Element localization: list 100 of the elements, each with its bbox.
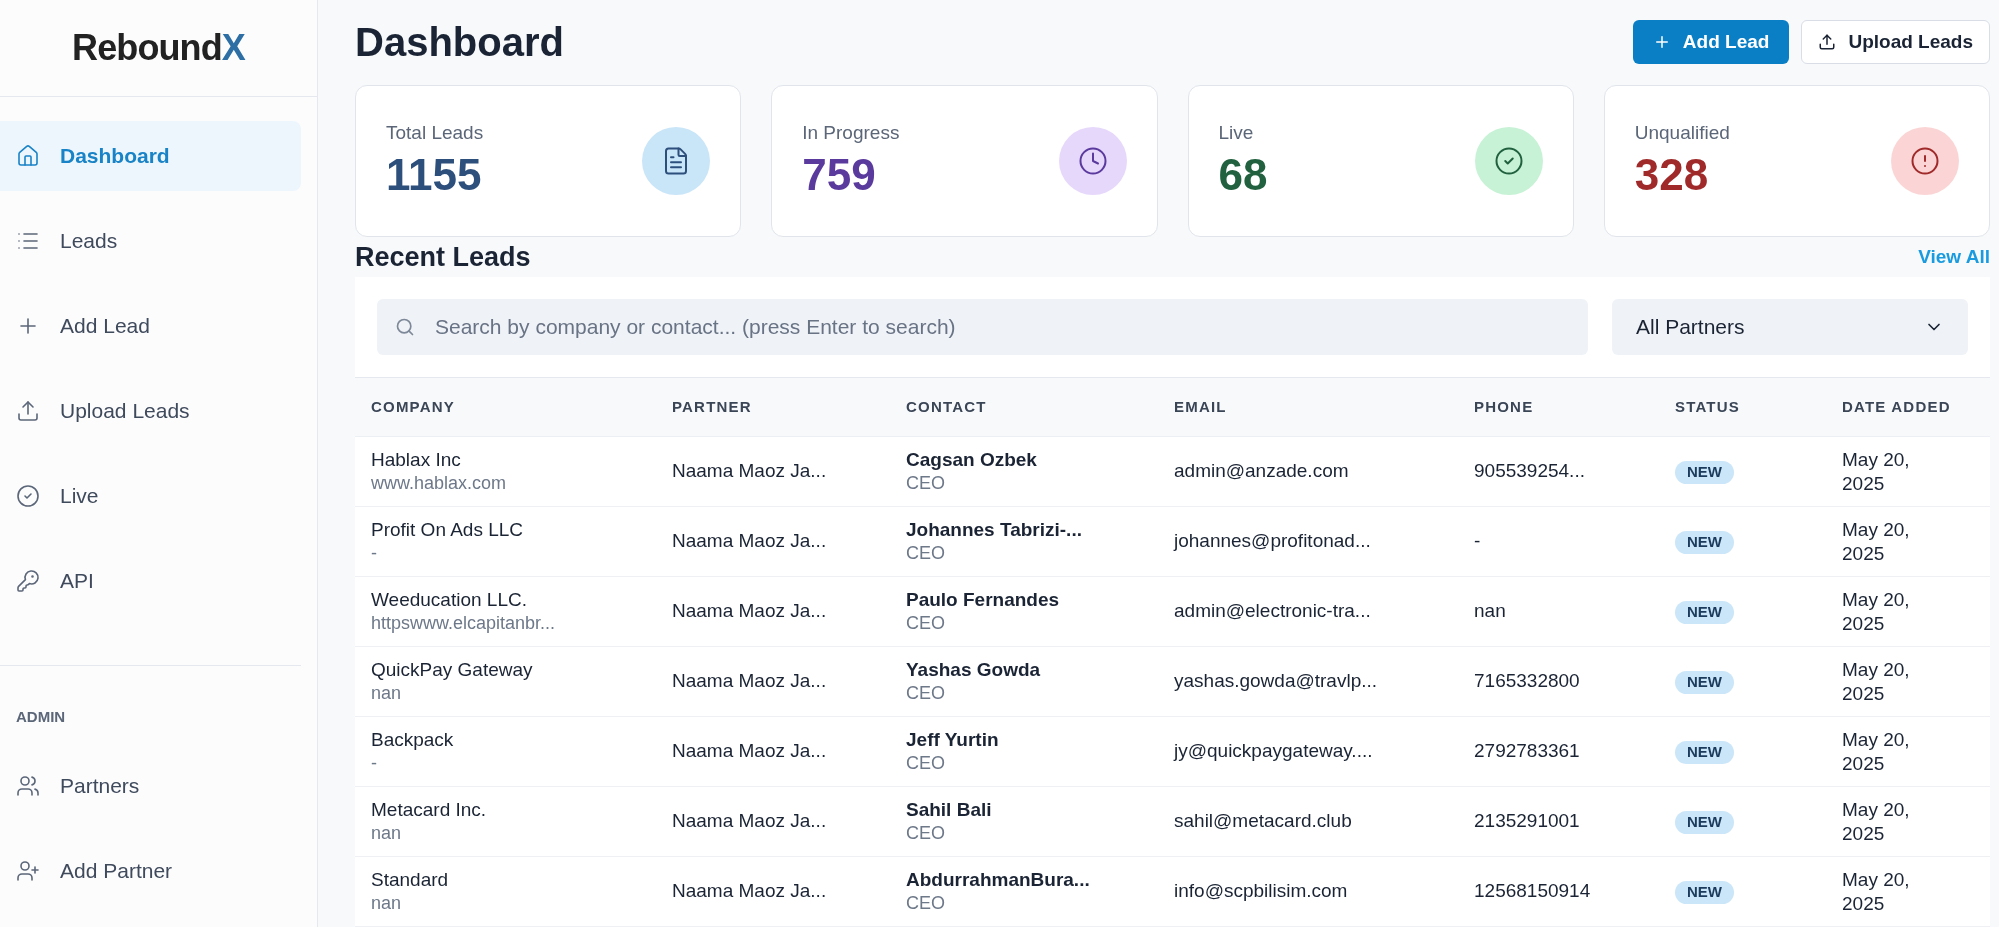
partner-name: Naama Maoz Ja... (672, 600, 827, 622)
email-text: admin@electronic-tra... (1174, 600, 1371, 622)
company-website: - (371, 542, 377, 565)
phone-text: 905539254... (1474, 460, 1585, 482)
home-icon (16, 144, 40, 168)
user-plus-icon (16, 858, 40, 883)
sidebar-item[interactable]: Upload Leads (0, 376, 301, 446)
status-badge: NEW (1675, 881, 1734, 904)
column-header: PARTNER (672, 398, 752, 415)
company-name: Profit On Ads LLC (371, 518, 524, 543)
key-icon (16, 569, 40, 593)
company-website: nan (371, 892, 402, 915)
company-website: nan (371, 822, 402, 845)
email-text: info@scpbilisim.com (1174, 880, 1348, 902)
date-text: May 20, (1842, 517, 1910, 542)
status-badge: NEW (1675, 741, 1734, 764)
add-lead-button[interactable]: Add Lead (1632, 20, 1790, 65)
contact-role: CEO (906, 822, 945, 845)
date-text: May 20, (1842, 867, 1910, 892)
date-text: 2025 (1842, 891, 1885, 916)
sidebar-item[interactable]: Leads (0, 206, 301, 276)
email-text: jy@quickpaygateway.... (1174, 740, 1373, 762)
page-title: Dashboard (355, 19, 564, 67)
company-website: www.hablax.com (371, 472, 507, 495)
date-text: 2025 (1842, 681, 1885, 706)
email-text: admin@anzade.com (1174, 460, 1349, 482)
section-title: Recent Leads (355, 244, 531, 271)
phone-text: nan (1474, 600, 1506, 622)
company-name: Weeducation LLC. (371, 588, 527, 613)
column-header: PHONE (1474, 398, 1534, 415)
email-text: johannes@profitonad... (1174, 530, 1371, 552)
partner-name: Naama Maoz Ja... (672, 880, 827, 902)
section-heading: ADMIN (16, 707, 66, 727)
stat-value: 68 (1218, 149, 1268, 202)
contact-role: CEO (906, 542, 945, 565)
date-text: May 20, (1842, 657, 1910, 682)
clock-icon (1077, 145, 1108, 176)
sidebar-item[interactable]: API (0, 546, 301, 616)
stat-label: Unqualified (1634, 120, 1730, 145)
sidebar-item[interactable]: Dashboard (0, 121, 301, 191)
sidebar-item[interactable]: Add Lead (0, 291, 301, 361)
partner-select[interactable]: All Partners (1612, 299, 1968, 355)
contact-role: CEO (906, 752, 945, 775)
upload-leads-button[interactable]: Upload Leads (1801, 20, 1990, 65)
phone-text: 12568150914 (1474, 880, 1591, 902)
status-badge: NEW (1675, 811, 1734, 834)
column-header: COMPANY (371, 398, 455, 415)
contact-name: Cagsan Ozbek (906, 448, 1037, 473)
date-text: 2025 (1842, 821, 1885, 846)
users-icon (16, 773, 40, 798)
partner-name: Naama Maoz Ja... (672, 670, 827, 692)
partner-name: Naama Maoz Ja... (672, 810, 827, 832)
check-circle-icon (16, 484, 40, 508)
stat-value: 328 (1634, 149, 1710, 202)
contact-name: Jeff Yurtin (906, 728, 999, 753)
company-name: Metacard Inc. (371, 798, 487, 823)
email-text: yashas.gowda@travlp... (1174, 670, 1378, 692)
status-badge: NEW (1675, 531, 1734, 554)
stat-value: 1155 (386, 149, 483, 202)
status-badge: NEW (1675, 461, 1734, 484)
alert-icon (1910, 145, 1940, 176)
date-text: May 20, (1842, 727, 1910, 752)
upload-icon (16, 399, 40, 423)
phone-text: 7165332800 (1474, 670, 1580, 692)
phone-text: - (1474, 530, 1481, 552)
check-circle-icon (1493, 145, 1524, 176)
sidebar-item[interactable]: Add Partner (0, 835, 301, 906)
date-text: May 20, (1842, 797, 1910, 822)
search-field[interactable]: Search by company or contact... (press Enter to search) (377, 299, 1588, 355)
stat-label: Total Leads (386, 120, 484, 145)
status-badge: NEW (1675, 601, 1734, 624)
partner-name: Naama Maoz Ja... (672, 530, 827, 552)
company-name: QuickPay Gateway (371, 658, 533, 683)
company-name: Hablax Inc (371, 448, 461, 473)
contact-name: Johannes Tabrizi-... (906, 518, 1082, 543)
search-icon (395, 317, 415, 337)
partner-name: Naama Maoz Ja... (672, 460, 827, 482)
stat-value: 759 (802, 149, 877, 202)
stat-label: In Progress (802, 120, 900, 145)
status-badge: NEW (1675, 671, 1734, 694)
column-header: CONTACT (906, 398, 987, 415)
company-name: Backpack (371, 728, 454, 753)
company-website: nan (371, 682, 402, 705)
email-text: sahil@metacard.club (1174, 810, 1352, 832)
contact-name: AbdurrahmanBura... (906, 868, 1090, 893)
sidebar-item[interactable]: Live (0, 461, 301, 531)
contact-name: Paulo Fernandes (906, 588, 1060, 613)
contact-role: CEO (906, 612, 945, 635)
contact-name: Yashas Gowda (906, 658, 1041, 683)
sidebar-item[interactable]: Partners (0, 750, 301, 821)
logo: ReboundX (72, 26, 245, 70)
upload-icon (1818, 33, 1837, 52)
partner-name: Naama Maoz Ja... (672, 740, 827, 762)
date-text: 2025 (1842, 541, 1885, 566)
contact-name: Sahil Bali (906, 798, 992, 823)
column-header: DATE ADDED (1842, 398, 1951, 415)
column-header: STATUS (1675, 398, 1740, 415)
date-text: May 20, (1842, 587, 1910, 612)
date-text: 2025 (1842, 471, 1885, 496)
contact-role: CEO (906, 472, 945, 495)
